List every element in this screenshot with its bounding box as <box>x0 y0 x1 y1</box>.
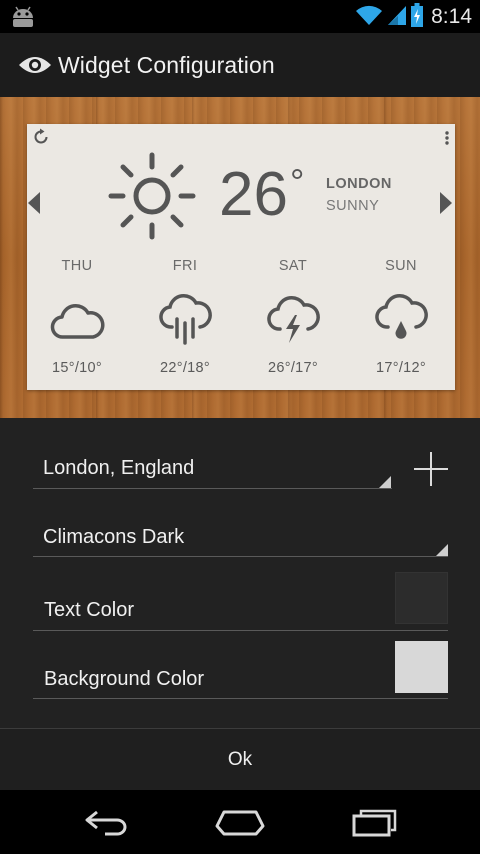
forecast-range: 17°/12° <box>376 360 426 376</box>
rain-icon <box>140 286 230 356</box>
widget-preview-background: 26 ° LONDON SUNNY THU 15°/10° FRI 22°/18… <box>0 97 480 418</box>
background-color-divider <box>33 698 448 699</box>
recent-apps-icon[interactable] <box>351 808 399 843</box>
forecast-day-label: SAT <box>278 258 308 274</box>
location-spinner-arrow-icon[interactable] <box>379 476 391 488</box>
home-icon[interactable] <box>214 808 266 843</box>
signal-icon <box>387 4 407 31</box>
forecast-range: 15°/10° <box>52 360 102 376</box>
status-bar: 8:14 <box>0 0 480 33</box>
background-color-label: Background Color <box>44 668 205 690</box>
forecast-day: FRI 22°/18° <box>140 258 230 376</box>
icon-set-spinner-underline <box>33 556 448 557</box>
forecast-day: SUN 17°/12° <box>356 258 446 376</box>
thunderstorm-icon <box>248 286 338 356</box>
forecast-day-label: SUN <box>385 258 417 274</box>
icon-set-spinner-arrow-icon[interactable] <box>436 544 448 556</box>
hail-icon <box>356 286 446 356</box>
city-name: LONDON <box>326 176 392 192</box>
forecast-range: 22°/18° <box>160 360 210 376</box>
degree-symbol: ° <box>290 161 305 202</box>
text-color-divider <box>33 630 448 631</box>
icon-set-spinner-value[interactable]: Climacons Dark <box>43 526 184 549</box>
sun-icon <box>107 151 197 246</box>
weather-widget-preview: 26 ° LONDON SUNNY THU 15°/10° FRI 22°/18… <box>27 124 455 390</box>
android-notification-icon <box>10 6 36 33</box>
text-color-swatch[interactable] <box>395 572 448 624</box>
cloud-icon <box>32 286 122 356</box>
forecast-day: THU 15°/10° <box>32 258 122 376</box>
navigation-bar <box>0 790 480 854</box>
current-temperature: 26 <box>219 160 288 229</box>
eye-icon[interactable] <box>18 48 52 82</box>
location-spinner-underline <box>33 488 392 489</box>
ok-button[interactable]: Ok <box>0 729 480 790</box>
back-icon[interactable] <box>83 808 131 843</box>
forecast-range: 26°/17° <box>268 360 318 376</box>
status-clock: 8:14 <box>431 5 472 28</box>
page-title: Widget Configuration <box>58 51 275 78</box>
overflow-menu-icon[interactable] <box>445 131 449 150</box>
refresh-icon[interactable] <box>32 128 50 151</box>
action-bar: Widget Configuration <box>0 33 480 97</box>
wifi-icon <box>355 4 383 31</box>
text-color-label: Text Color <box>44 599 135 621</box>
previous-arrow-icon[interactable] <box>27 191 41 220</box>
battery-icon <box>411 2 424 32</box>
forecast-day-label: FRI <box>172 258 198 274</box>
forecast-day: SAT 26°/17° <box>248 258 338 376</box>
location-spinner-value[interactable]: London, England <box>43 457 194 480</box>
add-location-icon[interactable] <box>414 452 448 486</box>
weather-condition: SUNNY <box>326 198 380 214</box>
forecast-day-label: THU <box>61 258 93 274</box>
background-color-swatch[interactable] <box>395 641 448 693</box>
next-arrow-icon[interactable] <box>439 191 453 220</box>
